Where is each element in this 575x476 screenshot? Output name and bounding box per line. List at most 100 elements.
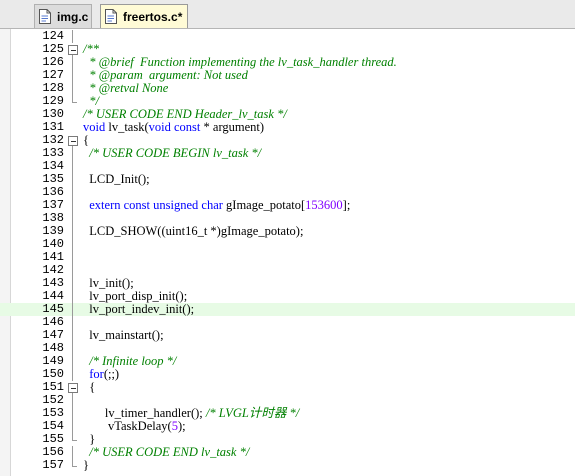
c-file-icon <box>39 9 51 24</box>
tab-img-c[interactable]: img.c <box>34 4 92 28</box>
code-token: } <box>83 458 89 472</box>
fold-empty <box>67 108 78 121</box>
code-line[interactable]: 137 extern const unsigned char gImage_po… <box>0 199 575 212</box>
code-keyword: extern <box>89 198 121 212</box>
fold-guide <box>67 277 78 290</box>
code-text: LCD_Init(); <box>83 172 150 186</box>
fold-guide <box>67 69 78 82</box>
code-comment: /** <box>83 42 99 56</box>
line-number: 157 <box>42 458 64 472</box>
code-keyword: unsigned <box>153 198 199 212</box>
code-token: lv_mainstart(); <box>83 328 164 342</box>
fold-guide <box>67 316 78 329</box>
code-comment: * @brief Function implementing the lv_ta… <box>83 55 397 69</box>
fold-guide <box>67 147 78 160</box>
fold-guide <box>67 160 78 173</box>
code-editor[interactable]: 124 125/** 126 * @brief Function implement… <box>0 29 575 476</box>
fold-guide <box>67 420 78 433</box>
fold-guide <box>67 264 78 277</box>
fold-guide <box>67 30 78 43</box>
code-token: lv_init(); <box>83 276 134 290</box>
fold-guide <box>67 212 78 225</box>
code-line[interactable]: 147 lv_mainstart(); <box>0 329 575 342</box>
code-comment: /* USER CODE END Header_lv_task */ <box>83 107 287 121</box>
code-token: vTaskDelay( <box>83 419 172 433</box>
code-token: (;;) <box>103 367 120 381</box>
code-comment: */ <box>83 94 99 108</box>
code-text: lv_mainstart(); <box>83 328 164 342</box>
fold-end-icon <box>67 433 78 446</box>
fold-guide <box>67 56 78 69</box>
code-text: void lv_task(void const * argument) <box>83 121 264 134</box>
fold-end-icon <box>67 95 78 108</box>
fold-guide <box>67 355 78 368</box>
fold-guide <box>67 82 78 95</box>
fold-toggle-icon[interactable] <box>67 134 78 147</box>
fold-guide <box>67 186 78 199</box>
code-token: gImage_potato[ <box>222 198 306 212</box>
code-line[interactable]: 135 LCD_Init(); <box>0 173 575 186</box>
code-text: LCD_SHOW((uint16_t *)gImage_potato); <box>83 225 303 238</box>
code-token: { <box>83 133 89 147</box>
code-token: ); <box>177 419 186 433</box>
fold-guide <box>67 173 78 186</box>
code-comment: /* LVGL计时器 */ <box>205 406 300 420</box>
fold-guide <box>67 342 78 355</box>
code-text: /* USER CODE BEGIN lv_task */ <box>83 147 261 160</box>
tab-label: freertos.c* <box>123 9 183 24</box>
tab-freertos-c[interactable]: freertos.c* <box>100 4 188 28</box>
code-token: LCD_SHOW((uint16_t *)gImage_potato); <box>83 224 304 238</box>
fold-guide <box>67 238 78 251</box>
code-line[interactable]: 139 LCD_SHOW((uint16_t *)gImage_potato); <box>0 225 575 238</box>
fold-guide <box>67 329 78 342</box>
code-keyword: const <box>123 198 150 212</box>
code-token: } <box>83 432 96 446</box>
code-text: lv_port_indev_init(); <box>83 303 194 316</box>
code-text: } <box>83 459 89 472</box>
code-token: lv_timer_handler(); <box>83 406 206 420</box>
fold-guide <box>67 394 78 407</box>
fold-guide <box>67 251 78 264</box>
fold-guide <box>67 303 78 316</box>
c-file-icon <box>105 9 117 24</box>
fold-guide <box>67 225 78 238</box>
code-line[interactable]: 151 { <box>0 381 575 394</box>
fold-guide <box>67 199 78 212</box>
fold-toggle-icon[interactable] <box>67 43 78 56</box>
code-token: lv_port_disp_init(); <box>83 289 188 303</box>
code-token: { <box>83 380 96 394</box>
code-keyword: void <box>148 120 171 134</box>
code-text: vTaskDelay(5); <box>83 420 186 433</box>
code-text: /* USER CODE END lv_task */ <box>83 446 249 459</box>
fold-toggle-icon[interactable] <box>67 381 78 394</box>
fold-empty <box>67 121 78 134</box>
fold-guide <box>67 446 78 459</box>
code-number: 153600 <box>305 198 343 212</box>
code-comment: /* Infinite loop */ <box>83 354 177 368</box>
code-comment: /* USER CODE END lv_task */ <box>83 445 250 459</box>
editor-tab-bar: img.c freertos.c* <box>0 0 575 29</box>
code-text: { <box>83 381 95 394</box>
code-comment: * @retval None <box>83 81 169 95</box>
tab-label: img.c <box>57 9 89 24</box>
code-line[interactable]: 141 <box>0 251 575 264</box>
code-line[interactable]: 157} <box>0 459 575 472</box>
code-token: lv_port_indev_init(); <box>83 302 195 316</box>
code-line[interactable]: 145 lv_port_indev_init(); <box>0 303 575 316</box>
code-token: ]; <box>342 198 351 212</box>
code-keyword: void <box>83 120 106 134</box>
code-token: LCD_Init(); <box>83 172 150 186</box>
fold-end-icon <box>67 459 78 472</box>
code-keyword: char <box>201 198 223 212</box>
fold-guide <box>67 368 78 381</box>
code-token: lv_task( <box>105 120 149 134</box>
code-line[interactable]: 140 <box>0 238 575 251</box>
fold-guide <box>67 407 78 420</box>
code-token: * argument) <box>200 120 265 134</box>
code-comment: /* USER CODE BEGIN lv_task */ <box>83 146 262 160</box>
code-keyword: const <box>174 120 201 134</box>
code-keyword: for <box>89 367 104 381</box>
code-text: extern const unsigned char gImage_potato… <box>83 199 350 212</box>
fold-guide <box>67 290 78 303</box>
code-line[interactable]: 133 /* USER CODE BEGIN lv_task */ <box>0 147 575 160</box>
